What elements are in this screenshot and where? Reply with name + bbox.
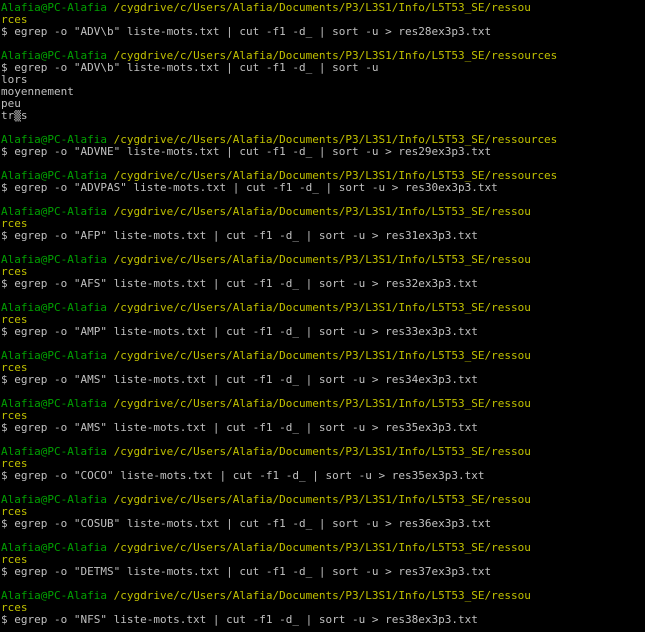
terminal-prompt-line: Alafia@PC-Alafia /cygdrive/c/Users/Alafi… xyxy=(1,206,645,218)
command-line: $ egrep -o "NFS" liste-mots.txt | cut -f… xyxy=(1,614,478,626)
command-line: $ egrep -o "AMS" liste-mots.txt | cut -f… xyxy=(1,422,478,434)
prompt-user-host: Alafia@PC-Alafia xyxy=(1,302,107,314)
command-output-line: lors xyxy=(1,74,28,86)
command-line: $ egrep -o "ADVNE" liste-mots.txt | cut … xyxy=(1,146,492,158)
prompt-user-host: Alafia@PC-Alafia xyxy=(1,50,107,62)
prompt-path-wrap: rces xyxy=(1,602,28,614)
command-line: $ egrep -o "DETMS" liste-mots.txt | cut … xyxy=(1,566,492,578)
command-line: $ egrep -o "ADV\b" liste-mots.txt | cut … xyxy=(1,62,379,74)
prompt-path-wrap: rces xyxy=(1,506,28,518)
command-line: $ egrep -o "ADV\b" liste-mots.txt | cut … xyxy=(1,26,492,38)
prompt-user-host: Alafia@PC-Alafia xyxy=(1,134,107,146)
prompt-path-wrap: rces xyxy=(1,458,28,470)
terminal-prompt-line: Alafia@PC-Alafia /cygdrive/c/Users/Alafi… xyxy=(1,254,645,266)
prompt-path-wrap: rces xyxy=(1,266,28,278)
prompt-path: /cygdrive/c/Users/Alafia/Documents/P3/L3… xyxy=(113,398,531,410)
prompt-user-host: Alafia@PC-Alafia xyxy=(1,398,107,410)
command-line: $ egrep -o "AFP" liste-mots.txt | cut -f… xyxy=(1,230,478,242)
prompt-path-wrap: rces xyxy=(1,410,28,422)
terminal-prompt-line: Alafia@PC-Alafia /cygdrive/c/Users/Alafi… xyxy=(1,350,645,362)
terminal-prompt-line: Alafia@PC-Alafia /cygdrive/c/Users/Alafi… xyxy=(1,494,645,506)
prompt-path: /cygdrive/c/Users/Alafia/Documents/P3/L3… xyxy=(113,50,558,62)
command-line: $ egrep -o "AMP" liste-mots.txt | cut -f… xyxy=(1,326,478,338)
terminal-prompt-line: Alafia@PC-Alafia /cygdrive/c/Users/Alafi… xyxy=(1,50,645,62)
prompt-path: /cygdrive/c/Users/Alafia/Documents/P3/L3… xyxy=(113,494,531,506)
terminal-prompt-line: Alafia@PC-Alafia /cygdrive/c/Users/Alafi… xyxy=(1,542,645,554)
command-line: $ egrep -o "AFS" liste-mots.txt | cut -f… xyxy=(1,278,478,290)
prompt-path: /cygdrive/c/Users/Alafia/Documents/P3/L3… xyxy=(113,254,531,266)
command-line: $ egrep -o "COCO" liste-mots.txt | cut -… xyxy=(1,470,485,482)
prompt-path: /cygdrive/c/Users/Alafia/Documents/P3/L3… xyxy=(113,302,531,314)
prompt-user-host: Alafia@PC-Alafia xyxy=(1,542,107,554)
terminal-prompt-line: Alafia@PC-Alafia /cygdrive/c/Users/Alafi… xyxy=(1,302,645,314)
terminal-prompt-line: Alafia@PC-Alafia /cygdrive/c/Users/Alafi… xyxy=(1,446,645,458)
terminal-prompt-line: Alafia@PC-Alafia /cygdrive/c/Users/Alafi… xyxy=(1,134,645,146)
prompt-user-host: Alafia@PC-Alafia xyxy=(1,254,107,266)
command-line: $ egrep -o "AMS" liste-mots.txt | cut -f… xyxy=(1,374,478,386)
command-output-line: moyennement xyxy=(1,86,74,98)
prompt-path: /cygdrive/c/Users/Alafia/Documents/P3/L3… xyxy=(113,134,558,146)
prompt-user-host: Alafia@PC-Alafia xyxy=(1,2,107,14)
terminal-prompt-line: Alafia@PC-Alafia /cygdrive/c/Users/Alafi… xyxy=(1,2,645,14)
terminal-prompt-line: Alafia@PC-Alafia /cygdrive/c/Users/Alafi… xyxy=(1,590,645,602)
prompt-user-host: Alafia@PC-Alafia xyxy=(1,494,107,506)
prompt-path: /cygdrive/c/Users/Alafia/Documents/P3/L3… xyxy=(113,170,558,182)
command-output-line: tr▒s xyxy=(1,110,28,122)
prompt-path-wrap: rces xyxy=(1,362,28,374)
prompt-path-wrap: rces xyxy=(1,218,28,230)
prompt-user-host: Alafia@PC-Alafia xyxy=(1,350,107,362)
terminal-window[interactable]: Alafia@PC-Alafia /cygdrive/c/Users/Alafi… xyxy=(0,0,645,632)
terminal-prompt-line: Alafia@PC-Alafia /cygdrive/c/Users/Alafi… xyxy=(1,398,645,410)
prompt-path-wrap: rces xyxy=(1,314,28,326)
prompt-user-host: Alafia@PC-Alafia xyxy=(1,206,107,218)
terminal-prompt-line: Alafia@PC-Alafia /cygdrive/c/Users/Alafi… xyxy=(1,170,645,182)
prompt-path: /cygdrive/c/Users/Alafia/Documents/P3/L3… xyxy=(113,542,531,554)
prompt-user-host: Alafia@PC-Alafia xyxy=(1,446,107,458)
prompt-user-host: Alafia@PC-Alafia xyxy=(1,590,107,602)
prompt-path-wrap: rces xyxy=(1,554,28,566)
command-line: $ egrep -o "ADVPAS" liste-mots.txt | cut… xyxy=(1,182,498,194)
command-output-line: peu xyxy=(1,98,21,110)
command-line: $ egrep -o "COSUB" liste-mots.txt | cut … xyxy=(1,518,492,530)
prompt-user-host: Alafia@PC-Alafia xyxy=(1,170,107,182)
prompt-path: /cygdrive/c/Users/Alafia/Documents/P3/L3… xyxy=(113,2,531,14)
prompt-path: /cygdrive/c/Users/Alafia/Documents/P3/L3… xyxy=(113,446,531,458)
prompt-path-wrap: rces xyxy=(1,14,28,26)
prompt-path: /cygdrive/c/Users/Alafia/Documents/P3/L3… xyxy=(113,206,531,218)
prompt-path: /cygdrive/c/Users/Alafia/Documents/P3/L3… xyxy=(113,590,531,602)
prompt-path: /cygdrive/c/Users/Alafia/Documents/P3/L3… xyxy=(113,350,531,362)
